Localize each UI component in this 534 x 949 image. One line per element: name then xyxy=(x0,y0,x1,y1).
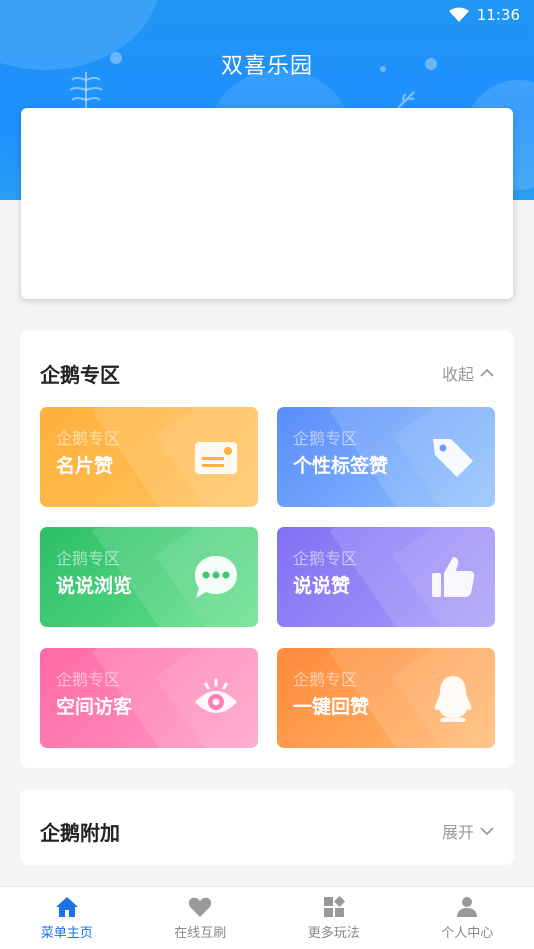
tab-home[interactable]: 菜单主页 xyxy=(0,887,134,949)
status-bar: 11:36 xyxy=(448,0,534,30)
person-icon xyxy=(457,896,478,917)
tile-sub: 企鹅专区 xyxy=(56,549,121,568)
tile-feed-likes[interactable]: 企鹅专区 说说赞 xyxy=(277,527,495,627)
tile-label: 个性标签赞 xyxy=(293,455,389,477)
qq-extra-panel: 企鹅附加 展开 xyxy=(20,789,514,865)
tab-label: 更多玩法 xyxy=(307,925,360,941)
tile-sub: 企鹅专区 xyxy=(56,429,121,448)
tile-one-click-return-likes[interactable]: 企鹅专区 一键回赞 xyxy=(277,648,495,748)
tile-feed-views[interactable]: 企鹅专区 说说浏览 xyxy=(40,527,258,627)
chat-bubble-icon xyxy=(195,556,237,598)
tab-label: 个人中心 xyxy=(441,925,494,941)
tile-label: 名片赞 xyxy=(56,455,114,477)
qq-extra-header: 企鹅附加 展开 xyxy=(40,817,494,845)
tile-card-likes[interactable]: 企鹅专区 名片赞 xyxy=(40,407,258,507)
eye-icon xyxy=(195,678,237,713)
qq-zone-header: 企鹅专区 收起 xyxy=(40,359,494,387)
chevron-down-icon xyxy=(480,827,494,836)
page-title: 双喜乐园 xyxy=(220,54,313,79)
tab-label: 菜单主页 xyxy=(40,925,93,941)
tile-label: 一键回赞 xyxy=(293,696,370,718)
expand-toggle[interactable]: 展开 xyxy=(442,819,494,843)
home-icon xyxy=(55,896,78,917)
tab-online-exchange[interactable]: 在线互刷 xyxy=(134,887,268,949)
tile-space-visitors[interactable]: 企鹅专区 空间访客 xyxy=(40,648,258,748)
leaf-decor-icon xyxy=(397,91,415,109)
tab-personal-center[interactable]: 个人中心 xyxy=(401,887,534,949)
tile-sub: 企鹅专区 xyxy=(56,670,121,689)
toggle-label: 展开 xyxy=(441,823,474,842)
tile-label: 说说浏览 xyxy=(56,575,133,597)
tile-label: 说说赞 xyxy=(293,575,351,597)
section-title: 企鹅附加 xyxy=(40,820,120,845)
penguin-icon xyxy=(434,676,472,722)
tile-sub: 企鹅专区 xyxy=(293,549,358,568)
tab-label: 在线互刷 xyxy=(174,925,227,941)
apps-icon xyxy=(323,895,345,917)
collapse-toggle[interactable]: 收起 xyxy=(442,361,494,385)
section-title: 企鹅专区 xyxy=(40,362,120,387)
tag-icon xyxy=(433,439,473,477)
tile-sub: 企鹅专区 xyxy=(293,429,358,448)
tab-more-games[interactable]: 更多玩法 xyxy=(267,887,401,949)
status-time: 11:36 xyxy=(476,6,520,24)
card-icon xyxy=(195,442,237,474)
wifi-icon xyxy=(448,7,469,22)
heart-icon xyxy=(189,897,212,917)
tile-sub: 企鹅专区 xyxy=(293,670,358,689)
bottom-tab-bar: 菜单主页 在线互刷 更多玩法 个人中心 xyxy=(0,886,534,949)
tile-tag-likes[interactable]: 企鹅专区 个性标签赞 xyxy=(277,407,495,507)
banner-card[interactable] xyxy=(21,108,513,299)
toggle-label: 收起 xyxy=(441,365,474,384)
tile-label: 空间访客 xyxy=(56,696,133,718)
thumbs-up-icon xyxy=(432,557,475,597)
qq-zone-panel: 企鹅专区 收起 企鹅专区 名片赞 企鹅专区 个性标签赞 企鹅专区 说说浏览 企鹅… xyxy=(20,331,514,768)
chevron-up-icon xyxy=(480,368,494,377)
